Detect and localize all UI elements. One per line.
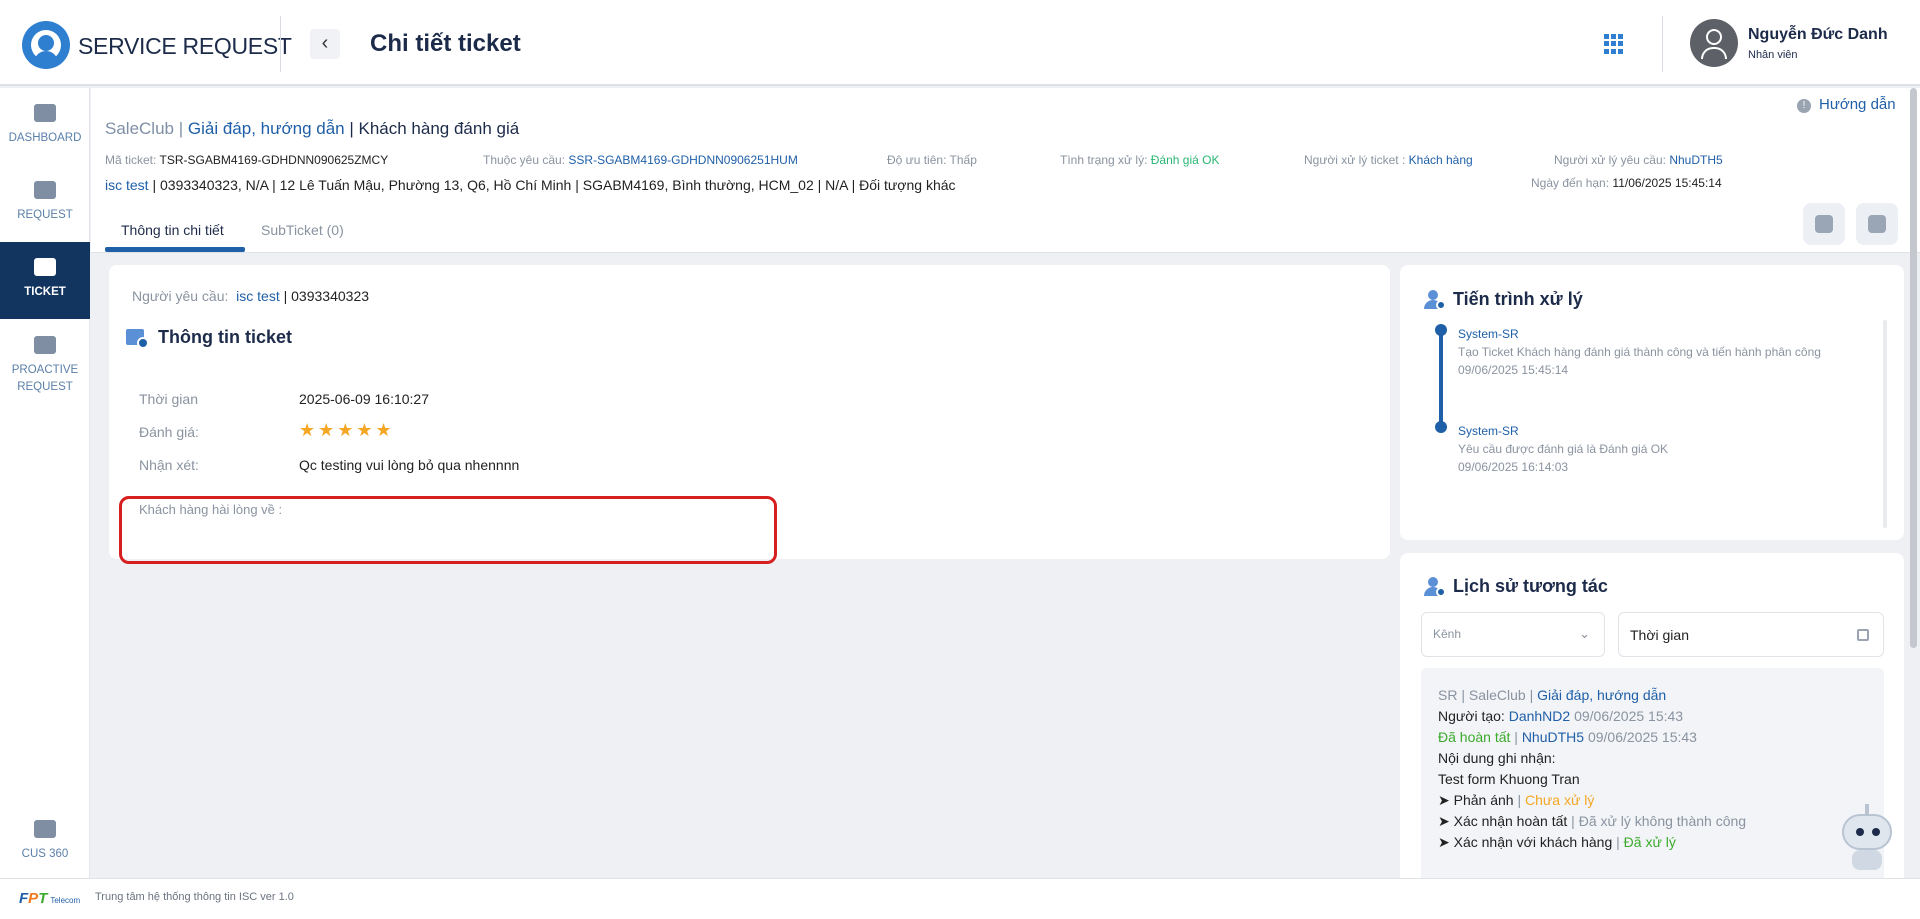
meta-request-handler: Người xử lý yêu cầu: NhuDTH5 xyxy=(1554,153,1723,167)
sidebar-item-request[interactable]: REQUEST xyxy=(0,181,90,237)
chevron-down-icon: ⌄ xyxy=(1579,626,1590,641)
page-scrollbar[interactable] xyxy=(1910,88,1917,648)
user-name[interactable]: Nguyễn Đức Danh xyxy=(1748,26,1888,44)
people-icon xyxy=(1815,215,1833,233)
history-line-5: Test form Khuong Tran xyxy=(1438,771,1580,787)
header-divider-2 xyxy=(1662,16,1663,72)
tab-detail[interactable]: Thông tin chi tiết xyxy=(121,222,224,238)
brand-name[interactable]: SERVICE REQUEST xyxy=(78,33,292,60)
sidebar-item-label: DASHBOARD xyxy=(8,132,82,144)
time-value: 2025-06-09 16:10:27 xyxy=(299,391,429,407)
history-line-7: ➤ Xác nhận hoàn tất | Đã xử lý không thà… xyxy=(1438,813,1747,829)
customer-address-line: isc test | 0393340323, N/A | 12 Lê Tuấn … xyxy=(105,177,956,193)
requester-line: Người yêu cầu: isc test | 0393340323 xyxy=(132,288,370,304)
back-button[interactable]: ‹ xyxy=(310,29,340,59)
requester-link[interactable]: isc test xyxy=(236,288,280,304)
help-label: Hướng dẫn xyxy=(1819,96,1896,113)
transfer-button[interactable] xyxy=(1803,203,1845,245)
progress-scrollbar[interactable] xyxy=(1883,320,1887,528)
comment-value: Qc testing vui lòng bỏ qua nhennnn xyxy=(299,457,520,473)
timeline-desc: Yêu cầu được đánh giá là Đánh giá OK xyxy=(1458,442,1669,456)
user-role: Nhân viên xyxy=(1748,49,1798,61)
history-line-2: Người tạo: DanhND2 09/06/2025 15:43 xyxy=(1438,708,1684,724)
comment-label: Nhận xét: xyxy=(139,457,199,473)
export-button[interactable] xyxy=(1856,203,1898,245)
timeline-actor: System-SR xyxy=(1458,327,1519,341)
footer-text: Trung tâm hệ thống thông tin ISC ver 1.0 xyxy=(95,891,294,903)
sidebar-item-label: REQUEST xyxy=(17,209,73,221)
timeline-actor: System-SR xyxy=(1458,424,1519,438)
customer-link[interactable]: isc test xyxy=(105,177,149,193)
timeline-dot xyxy=(1435,324,1447,336)
timeline-line xyxy=(1439,330,1443,428)
meta-due-date: Ngày đến hạn: 11/06/2025 15:45:14 xyxy=(1531,176,1722,190)
home-icon xyxy=(34,104,56,122)
meta-priority: Độ ưu tiên: Thấp xyxy=(887,153,977,167)
meta-ticket-handler: Người xử lý ticket : Khách hàng xyxy=(1304,153,1473,167)
timeline-time: 09/06/2025 15:45:14 xyxy=(1458,363,1569,377)
parent-request-link[interactable]: SSR-SGABM4169-GDHDNN0906251HUM xyxy=(568,153,797,167)
time-label: Thời gian xyxy=(139,391,198,407)
user-avatar[interactable] xyxy=(1690,19,1738,67)
progress-title: Tiến trình xử lý xyxy=(1453,289,1583,309)
ticket-summary-panel xyxy=(91,88,1920,253)
channel-select[interactable]: Kênh ⌄ xyxy=(1421,612,1605,657)
person-icon xyxy=(1424,577,1446,597)
time-filter-value: Thời gian xyxy=(1630,627,1689,643)
export-icon xyxy=(1868,215,1886,233)
folder-info-icon xyxy=(126,327,149,349)
edit-icon xyxy=(34,181,56,199)
fpt-telecom-logo: FPT Telecom xyxy=(19,890,81,907)
rating-stars: ★★★★★ xyxy=(299,420,395,440)
server-icon xyxy=(34,258,56,276)
history-line-3: Đã hoàn tất | NhuDTH5 09/06/2025 15:43 xyxy=(1438,729,1697,745)
person-icon xyxy=(1424,290,1446,310)
chatbot-icon[interactable] xyxy=(1836,804,1898,874)
breadcrumb-type: | Khách hàng đánh giá xyxy=(349,119,520,138)
breadcrumb-category[interactable]: Giải đáp, hướng dẫn xyxy=(188,119,345,138)
time-filter-input[interactable]: Thời gian xyxy=(1618,612,1884,657)
sidebar-item-ticket[interactable]: TICKET xyxy=(0,242,90,319)
section-title: Thông tin ticket xyxy=(158,327,292,347)
calendar-icon xyxy=(1857,629,1869,641)
meta-parent-request: Thuộc yêu cầu: SSR-SGABM4169-GDHDNN09062… xyxy=(483,153,798,167)
meta-ticket-id: Mã ticket: TSR-SGABM4169-GDHDNN090625ZMC… xyxy=(105,153,389,167)
help-link[interactable]: ! Hướng dẫn xyxy=(1797,96,1896,113)
sidebar-item-dashboard[interactable]: DASHBOARD xyxy=(0,104,90,160)
page-title: Chi tiết ticket xyxy=(370,30,521,57)
breadcrumb: SaleClub | Giải đáp, hướng dẫn | Khách h… xyxy=(105,119,519,139)
apps-grid-icon[interactable] xyxy=(1604,34,1624,54)
history-line-4: Nội dung ghi nhận: xyxy=(1438,750,1556,766)
app-logo-icon[interactable] xyxy=(22,21,70,69)
meta-status: Tình trạng xử lý: Đánh giá OK xyxy=(1060,153,1220,167)
timeline-time: 09/06/2025 16:14:03 xyxy=(1458,460,1569,474)
info-icon: ! xyxy=(1797,99,1811,113)
timeline-dot xyxy=(1435,421,1447,433)
breadcrumb-system: SaleClub | xyxy=(105,119,184,138)
rating-label: Đánh giá: xyxy=(139,424,199,440)
edit-icon xyxy=(34,336,56,354)
tab-subticket[interactable]: SubTicket (0) xyxy=(261,222,344,238)
header-divider xyxy=(280,16,281,72)
history-line-1: SR | SaleClub | Giải đáp, hướng dẫn xyxy=(1438,687,1667,703)
sidebar-item-label: TICKET xyxy=(24,286,66,298)
history-line-8: ➤ Xác nhận với khách hàng | Đã xử lý xyxy=(1438,834,1676,850)
channel-select-value: Kênh xyxy=(1433,627,1462,641)
sidebar-item-proactive-request[interactable]: PROACTIVE REQUEST xyxy=(0,336,90,400)
sidebar-item-label: CUS 360 xyxy=(21,848,69,860)
sidebar-item-cus360[interactable]: CUS 360 xyxy=(0,820,90,864)
timeline-desc: Tạo Ticket Khách hàng đánh giá thành côn… xyxy=(1458,345,1821,359)
history-line-6: ➤ Phản ánh | Chưa xử lý xyxy=(1438,792,1595,808)
sidebar-item-label: PROACTIVE REQUEST xyxy=(11,364,79,393)
history-title: Lịch sử tương tác xyxy=(1453,576,1608,596)
id-card-icon xyxy=(34,820,56,838)
highlight-annotation xyxy=(119,496,777,564)
active-tab-indicator xyxy=(105,247,245,252)
